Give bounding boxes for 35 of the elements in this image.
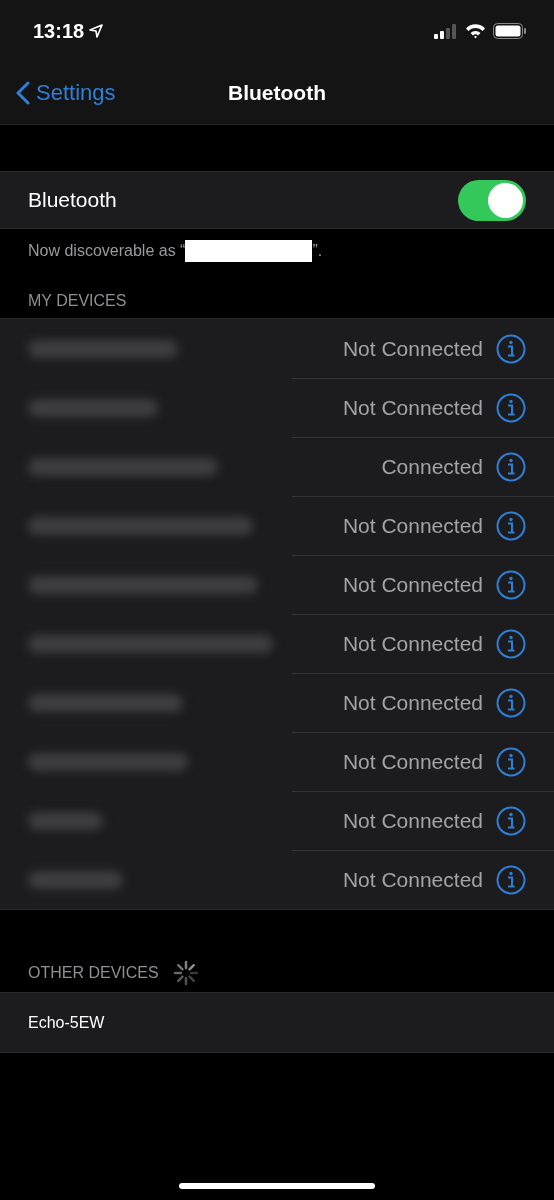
- info-icon[interactable]: [496, 333, 526, 364]
- info-icon[interactable]: [496, 628, 526, 659]
- bluetooth-toggle[interactable]: [458, 179, 526, 221]
- chevron-left-icon: [16, 81, 30, 105]
- section-header: MY DEVICES: [28, 291, 127, 310]
- back-button[interactable]: Settings: [16, 80, 116, 106]
- connection-status: Not Connected: [342, 336, 483, 361]
- section-header: OTHER DEVICES: [28, 964, 159, 982]
- info-icon[interactable]: [496, 569, 526, 600]
- signal-icon: [434, 23, 458, 39]
- info-icon[interactable]: [496, 805, 526, 836]
- info-icon[interactable]: [496, 864, 526, 895]
- connection-status: Connected: [381, 454, 483, 479]
- wifi-icon: [465, 23, 486, 39]
- connection-status: Not Connected: [342, 867, 483, 892]
- discoverable-text-end: ”.: [312, 242, 323, 260]
- connection-status: Not Connected: [342, 395, 483, 420]
- discoverable-text: Now discoverable as “: [28, 242, 186, 260]
- info-icon[interactable]: [496, 746, 526, 777]
- connection-status: Not Connected: [342, 749, 483, 774]
- nav-title: Bluetooth: [228, 81, 326, 104]
- connection-status: Not Connected: [342, 690, 483, 715]
- info-icon[interactable]: [496, 392, 526, 423]
- bluetooth-label: Bluetooth: [28, 188, 117, 212]
- connection-status: Not Connected: [342, 631, 483, 656]
- connection-status: Not Connected: [342, 808, 483, 833]
- device-name[interactable]: Echo-5EW: [28, 1013, 105, 1032]
- connection-status: Not Connected: [342, 513, 483, 538]
- status-time: 13:18: [33, 19, 85, 43]
- info-icon[interactable]: [496, 687, 526, 718]
- info-icon[interactable]: [496, 451, 526, 482]
- location-arrow-icon: [89, 24, 104, 38]
- info-icon[interactable]: [496, 510, 526, 541]
- connection-status: Not Connected: [342, 572, 483, 597]
- battery-icon: [493, 23, 526, 39]
